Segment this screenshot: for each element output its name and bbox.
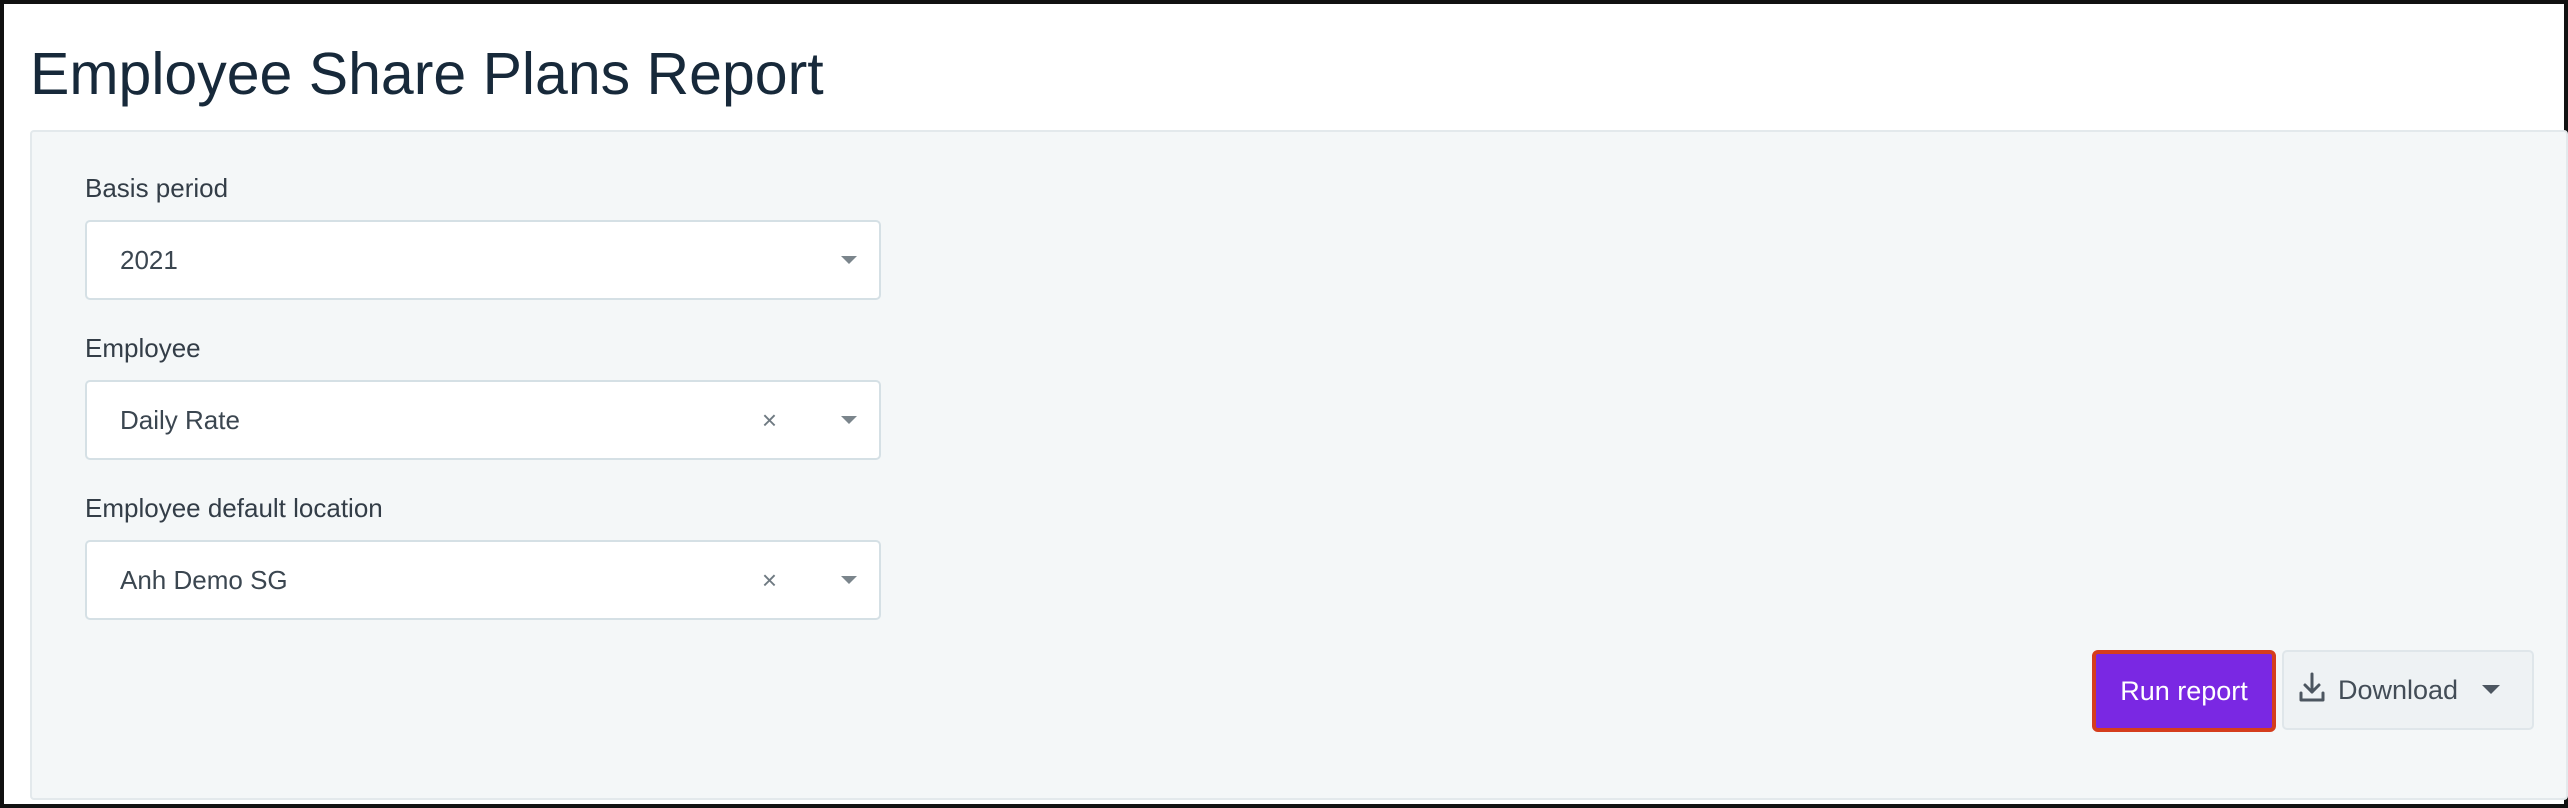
- location-select[interactable]: Anh Demo SG ×: [85, 540, 881, 620]
- download-label: Download: [2338, 675, 2459, 705]
- location-label: Employee default location: [85, 493, 383, 523]
- download-icon: [2298, 672, 2326, 704]
- basis-period-label: Basis period: [85, 173, 229, 203]
- chevron-down-icon[interactable]: [841, 256, 857, 264]
- page-title: Employee Share Plans Report: [30, 41, 824, 107]
- employee-select[interactable]: Daily Rate ×: [85, 380, 881, 460]
- basis-period-value: 2021: [120, 245, 178, 275]
- download-button[interactable]: Download: [2282, 650, 2534, 730]
- location-value: Anh Demo SG: [120, 565, 288, 595]
- employee-value: Daily Rate: [120, 405, 240, 435]
- close-icon[interactable]: ×: [762, 382, 777, 458]
- chevron-down-icon[interactable]: [841, 416, 857, 424]
- report-window: Employee Share Plans Report Basis period…: [0, 0, 2568, 808]
- chevron-down-icon[interactable]: [841, 576, 857, 584]
- run-report-button[interactable]: Run report: [2092, 650, 2276, 732]
- employee-label: Employee: [85, 333, 201, 363]
- basis-period-select[interactable]: 2021: [85, 220, 881, 300]
- close-icon[interactable]: ×: [762, 542, 777, 618]
- chevron-down-icon[interactable]: [2482, 685, 2500, 694]
